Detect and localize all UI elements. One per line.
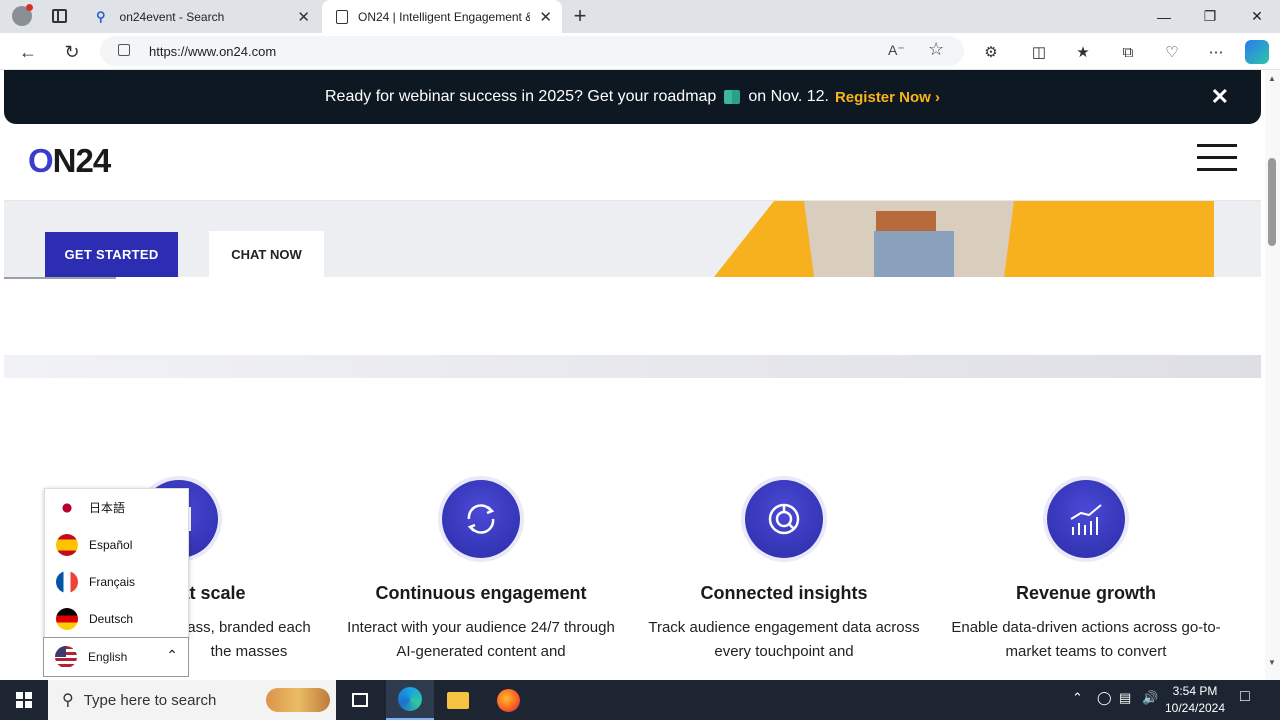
hero-person-belt — [876, 211, 936, 233]
favorite-star-icon[interactable]: ☆ — [928, 39, 944, 60]
maximize-button[interactable]: ❐ — [1187, 0, 1233, 33]
close-tab-icon[interactable]: ✕ — [297, 8, 310, 26]
language-label: 日本語 — [89, 501, 126, 515]
tab-search[interactable]: ⚲ on24event - Search ✕ — [84, 0, 320, 33]
clock-date: 10/24/2024 — [1164, 701, 1226, 715]
refresh-icon[interactable]: ↻ — [57, 37, 87, 67]
book-icon — [724, 90, 741, 104]
continuous-cycle-icon — [442, 480, 520, 558]
feature-description: Track audience engagement data across ev… — [648, 619, 920, 660]
register-now-link[interactable]: Register Now › — [835, 89, 940, 106]
windows-start-icon[interactable] — [0, 680, 48, 720]
taskbar-clock[interactable]: 3:54 PM 10/24/2024 — [1160, 683, 1230, 717]
feature-description: Enable data-driven actions across go-to-… — [951, 619, 1221, 660]
language-option-spanish[interactable]: Español — [45, 526, 190, 563]
on24-logo[interactable]: ON24 — [28, 142, 111, 180]
scrollbar-thumb[interactable] — [1268, 158, 1276, 246]
file-explorer-icon[interactable] — [434, 680, 482, 720]
growth-chart-icon — [1047, 480, 1125, 558]
feature-card: Revenue growth Enable data-driven action… — [935, 480, 1237, 664]
promo-text: Ready for webinar success in 2025? Get y… — [325, 88, 717, 105]
feature-card: Continuous engagement Interact with your… — [330, 480, 632, 664]
meet-now-icon[interactable]: ◯ — [1097, 690, 1112, 706]
us-flag-icon — [55, 646, 77, 668]
tab-actions-icon[interactable] — [52, 9, 67, 23]
back-arrow-icon[interactable]: ← — [13, 37, 43, 67]
autumn-leaves-icon — [266, 688, 330, 712]
windows-taskbar: ⚲ Type here to search ⌃ ◯ ▤ 🔊 3:54 PM 10… — [0, 680, 1280, 720]
language-menu: 日本語 Español Français Deutsch — [44, 488, 189, 638]
chat-now-button[interactable]: CHAT NOW — [209, 231, 324, 277]
search-icon: ⚲ — [62, 692, 74, 709]
edge-taskbar-icon[interactable] — [386, 680, 434, 720]
spain-flag-icon — [56, 533, 78, 556]
more-menu-icon[interactable]: ⋯ — [1203, 39, 1229, 65]
feature-title: Continuous engagement — [375, 583, 587, 603]
firefox-icon[interactable] — [484, 680, 532, 720]
promo-date: on Nov. 12. — [748, 88, 829, 105]
scroll-up-arrow-icon[interactable]: ▲ — [1268, 74, 1276, 83]
feature-description: Interact with your audience 24/7 through… — [347, 619, 615, 660]
url-text: https://www.on24.com — [149, 43, 277, 59]
network-icon[interactable]: ▤ — [1119, 690, 1131, 706]
language-option-german[interactable]: Deutsch — [45, 600, 190, 637]
scroll-down-arrow-icon[interactable]: ▼ — [1268, 658, 1276, 667]
browser-tab-bar: ⚲ on24event - Search ✕ ON24 | Intelligen… — [0, 0, 1280, 33]
address-bar[interactable]: https://www.on24.com A⁻ ☆ — [100, 36, 964, 66]
france-flag-icon — [56, 570, 78, 593]
tab-title: on24event - Search — [119, 9, 225, 24]
feature-title: Revenue growth — [1015, 583, 1157, 603]
browser-essentials-icon[interactable]: ♡ — [1159, 39, 1185, 65]
hamburger-menu-icon[interactable] — [1197, 144, 1237, 172]
site-header: ON24 — [4, 124, 1261, 201]
language-label: Español — [89, 537, 133, 552]
hero-underline — [4, 277, 116, 279]
volume-icon[interactable]: 🔊 — [1142, 690, 1158, 706]
hero-section: GET STARTED CHAT NOW — [4, 201, 1261, 277]
favorites-icon[interactable]: ★ — [1070, 39, 1096, 65]
copilot-icon[interactable] — [1245, 40, 1269, 64]
selected-language: English — [88, 650, 128, 664]
new-tab-button[interactable]: + — [568, 3, 592, 29]
task-view-icon[interactable] — [336, 680, 384, 720]
close-banner-icon[interactable]: ✕ — [1211, 84, 1229, 110]
get-started-button[interactable]: GET STARTED — [45, 232, 178, 277]
notifications-icon[interactable]: □ — [1240, 688, 1250, 706]
close-tab-icon[interactable]: ✕ — [539, 8, 552, 26]
taskbar-search-box[interactable]: ⚲ Type here to search — [48, 680, 336, 720]
promo-banner: Ready for webinar success in 2025? Get y… — [4, 70, 1261, 124]
language-label: Français — [89, 574, 136, 589]
language-option-french[interactable]: Français — [45, 563, 190, 600]
web-page: Ready for webinar success in 2025? Get y… — [0, 70, 1265, 680]
pie-chart-icon — [745, 480, 823, 558]
chevron-up-icon: ⌃ — [166, 647, 178, 663]
search-favicon-icon: ⚲ — [96, 8, 106, 24]
japan-flag-icon — [56, 496, 78, 519]
language-selector[interactable]: English ⌃ — [43, 637, 189, 677]
tab-title: ON24 | Intelligent Engagement & — [358, 9, 530, 24]
tab-on24[interactable]: ON24 | Intelligent Engagement & ✕ — [322, 0, 562, 33]
window-close-button[interactable]: ✕ — [1234, 0, 1280, 33]
lock-icon[interactable] — [118, 44, 130, 56]
page-favicon-icon — [336, 9, 348, 24]
page-scrollbar[interactable]: ▲ ▼ — [1265, 70, 1280, 680]
collections-icon[interactable]: ⧉ — [1115, 39, 1141, 65]
tray-overflow-chevron-icon[interactable]: ⌃ — [1072, 690, 1083, 706]
section-divider — [4, 355, 1261, 378]
hero-person-jeans — [874, 231, 954, 277]
feature-title: Connected insights — [700, 583, 868, 603]
feature-card: Connected insights Track audience engage… — [633, 480, 935, 664]
split-screen-icon[interactable]: ◫ — [1026, 39, 1052, 65]
language-option-japanese[interactable]: 日本語 — [45, 489, 190, 526]
extensions-icon[interactable]: ⚙ — [978, 39, 1004, 65]
germany-flag-icon — [56, 607, 78, 630]
address-toolbar: ← ↻ https://www.on24.com A⁻ ☆ ⚙ ◫ ★ ⧉ ♡ … — [0, 33, 1280, 70]
clock-time: 3:54 PM — [1172, 684, 1218, 698]
read-aloud-icon[interactable]: A⁻ — [888, 42, 905, 59]
language-label: Deutsch — [89, 611, 134, 626]
minimize-button[interactable]: — — [1141, 0, 1187, 33]
taskbar-search-placeholder: Type here to search — [83, 691, 217, 709]
profile-avatar-icon[interactable] — [12, 4, 33, 26]
